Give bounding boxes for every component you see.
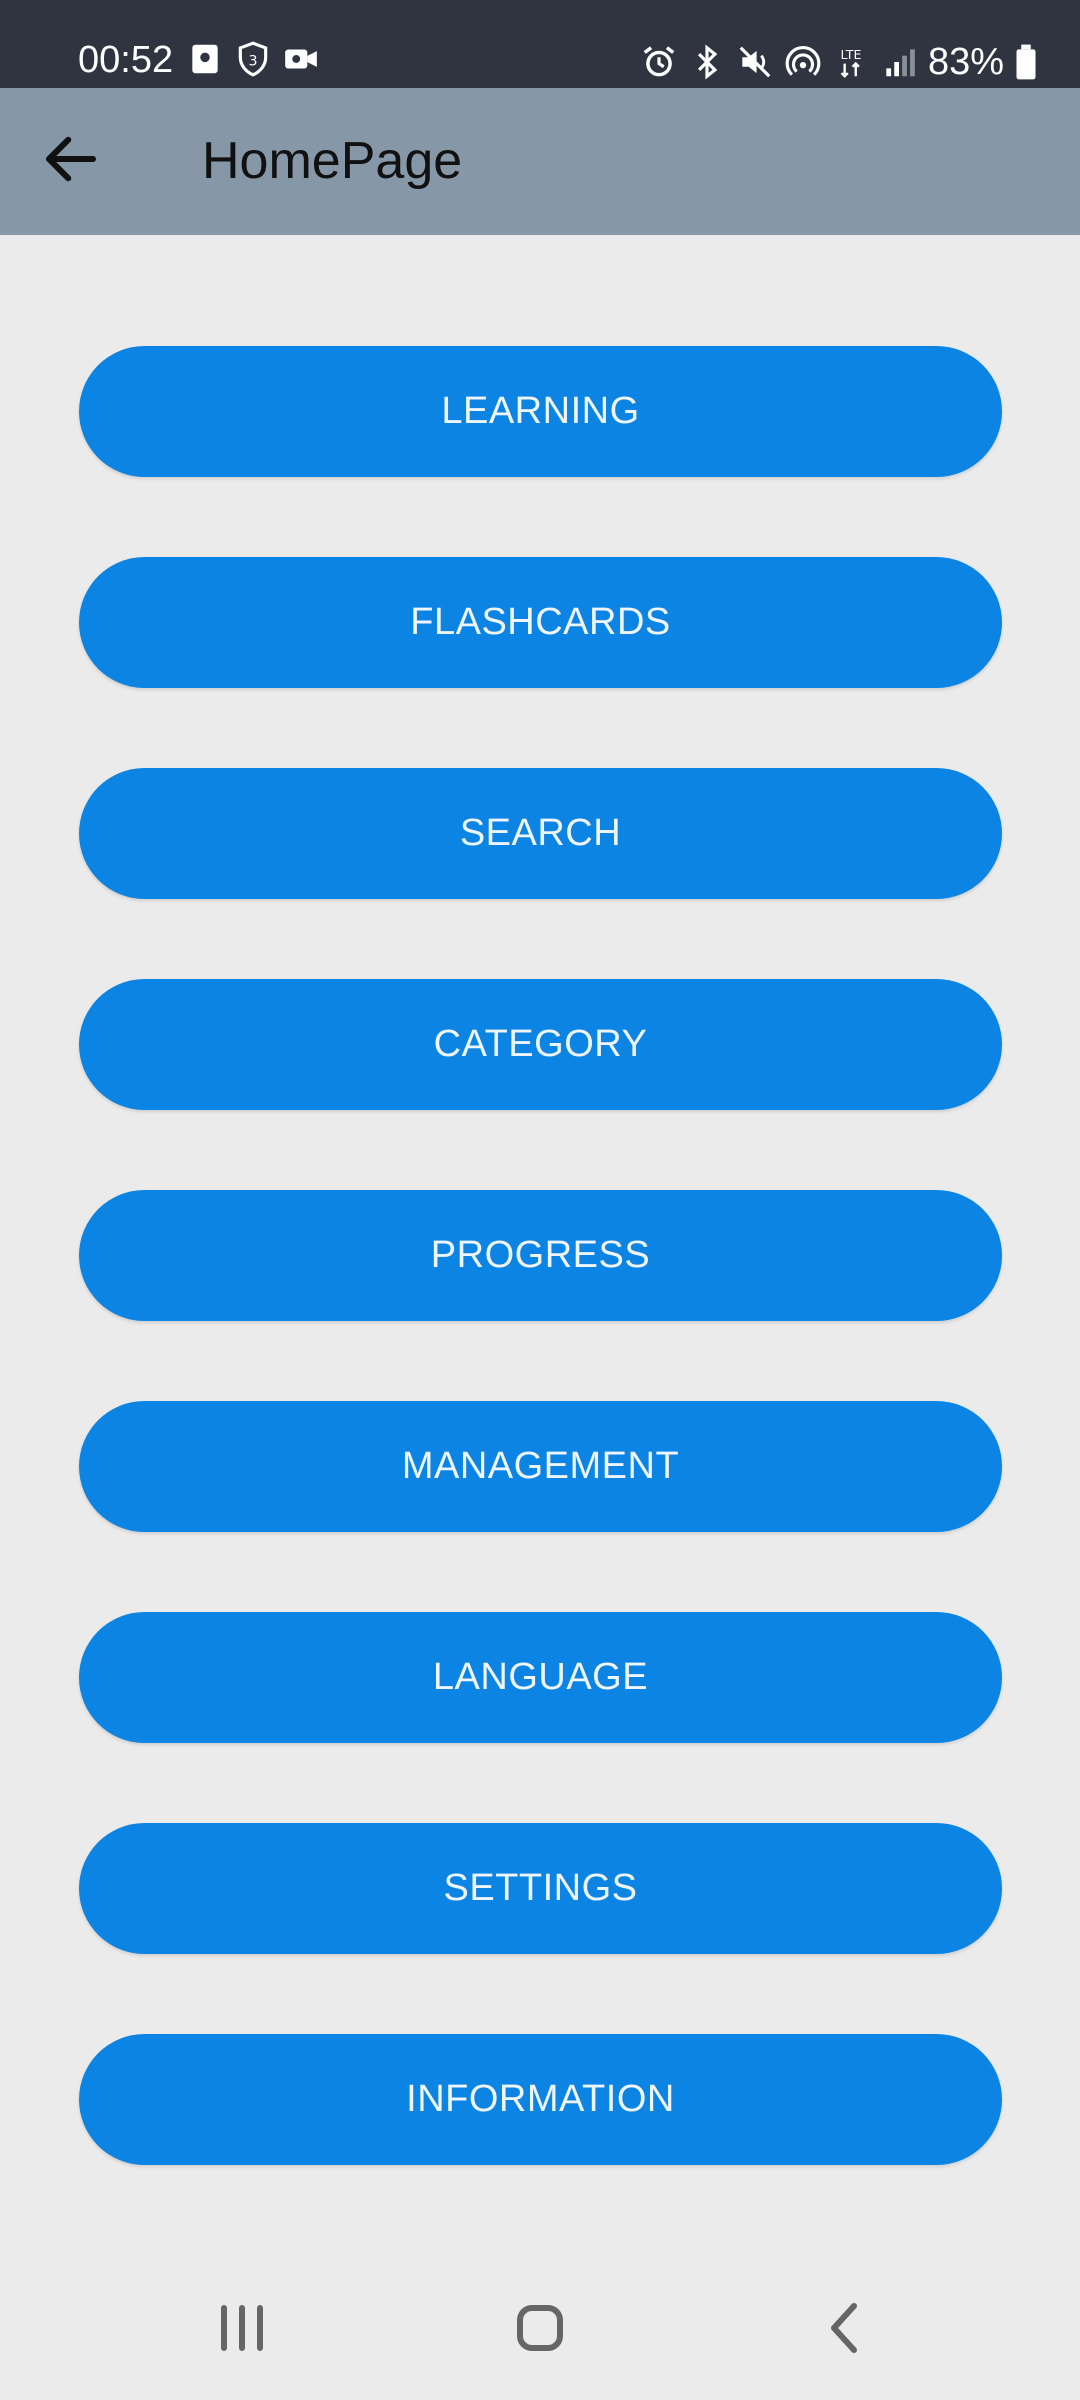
svg-text:LTE: LTE (840, 47, 861, 62)
language-button[interactable]: LANGUAGE (79, 1612, 1002, 1743)
lte-icon: LTE (832, 43, 870, 81)
information-button[interactable]: INFORMATION (79, 2034, 1002, 2165)
svg-text:3: 3 (248, 53, 257, 69)
mute-icon (736, 43, 774, 81)
bluetooth-icon (688, 43, 726, 81)
status-left-icons: 3 (186, 40, 320, 78)
page-title: HomePage (202, 132, 463, 190)
arrow-left-icon[interactable] (38, 126, 104, 192)
alarm-icon (640, 43, 678, 81)
progress-button[interactable]: PROGRESS (79, 1190, 1002, 1321)
search-button[interactable]: SEARCH (79, 768, 1002, 899)
signal-icon (880, 43, 918, 81)
status-bar: 00:52 3 LTE 83% (0, 0, 1080, 88)
video-record-icon (282, 40, 320, 78)
flashcards-button[interactable]: FLASHCARDS (79, 557, 1002, 688)
management-button[interactable]: MANAGEMENT (79, 1401, 1002, 1532)
learning-button[interactable]: LEARNING (79, 346, 1002, 477)
battery-percent: 83% (927, 41, 1004, 83)
hotspot-icon (784, 43, 822, 81)
status-right-icons: LTE 83% (640, 38, 1038, 86)
shield-3-icon: 3 (234, 40, 272, 78)
settings-button[interactable]: SETTINGS (79, 1823, 1002, 1954)
category-button[interactable]: CATEGORY (79, 979, 1002, 1110)
home-icon[interactable] (500, 2288, 580, 2368)
home-menu: LEARNING FLASHCARDS SEARCH CATEGORY PROG… (79, 346, 1002, 2245)
battery-icon (1014, 43, 1038, 81)
back-icon[interactable] (806, 2288, 886, 2368)
notification-icon (186, 40, 224, 78)
status-time: 00:52 (78, 39, 174, 81)
navigation-bar (0, 2260, 1080, 2400)
app-bar: HomePage (0, 88, 1080, 235)
recent-apps-icon[interactable] (202, 2288, 282, 2368)
